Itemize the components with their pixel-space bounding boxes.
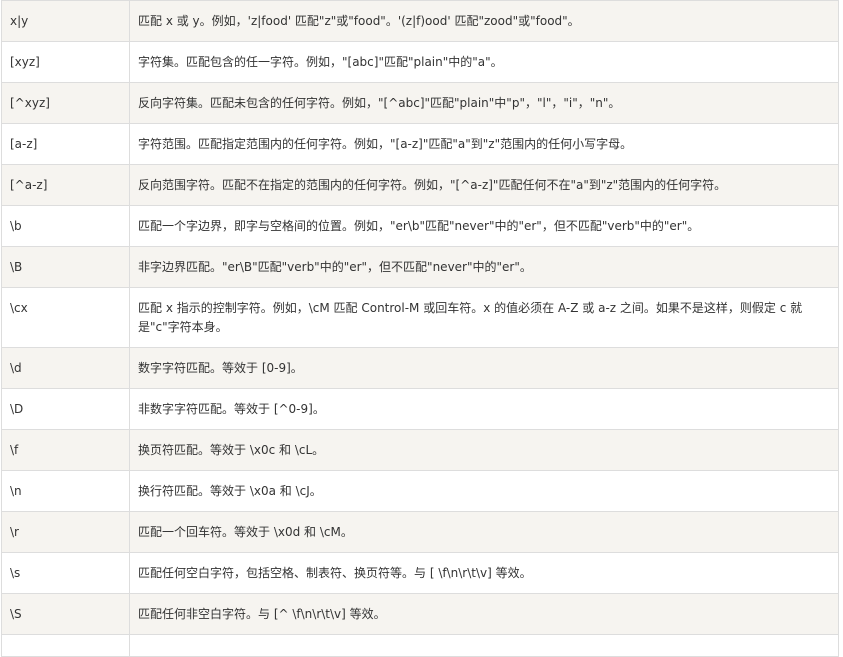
syntax-cell: \b [1,205,130,247]
description-cell: 数字字符匹配。等效于 [0-9]。 [129,347,839,389]
syntax-cell: \S [1,593,130,635]
table-row: \r 匹配一个回车符。等效于 \x0d 和 \cM。 [1,511,839,553]
table-row: \f 换页符匹配。等效于 \x0c 和 \cL。 [1,429,839,471]
syntax-cell: \f [1,429,130,471]
syntax-cell: [^xyz] [1,82,130,124]
description-cell: 字符范围。匹配指定范围内的任何字符。例如，"[a-z]"匹配"a"到"z"范围内… [129,123,839,165]
description-cell: 非数字字符匹配。等效于 [^0-9]。 [129,388,839,430]
table-body: x|y 匹配 x 或 y。例如，'z|food' 匹配"z"或"food"。'(… [1,0,839,657]
table-row: \n 换行符匹配。等效于 \x0a 和 \cJ。 [1,470,839,512]
table-row: \s 匹配任何空白字符，包括空格、制表符、换页符等。与 [ \f\n\r\t\v… [1,552,839,594]
syntax-cell: \s [1,552,130,594]
description-cell: 反向范围字符。匹配不在指定的范围内的任何字符。例如，"[^a-z]"匹配任何不在… [129,164,839,206]
description-cell: 匹配一个字边界，即字与空格间的位置。例如，"er\b"匹配"never"中的"e… [129,205,839,247]
syntax-cell: [^a-z] [1,164,130,206]
syntax-cell: \B [1,246,130,288]
table-row: \S 匹配任何非空白字符。与 [^ \f\n\r\t\v] 等效。 [1,593,839,635]
syntax-cell: [xyz] [1,41,130,83]
syntax-cell: \d [1,347,130,389]
table-row: [a-z] 字符范围。匹配指定范围内的任何字符。例如，"[a-z]"匹配"a"到… [1,123,839,165]
regex-reference-table: x|y 匹配 x 或 y。例如，'z|food' 匹配"z"或"food"。'(… [1,0,839,657]
description-cell: 换页符匹配。等效于 \x0c 和 \cL。 [129,429,839,471]
syntax-cell: x|y [1,0,130,42]
description-cell: 匹配 x 指示的控制字符。例如，\cM 匹配 Control-M 或回车符。x … [129,287,839,348]
table-row: \cx 匹配 x 指示的控制字符。例如，\cM 匹配 Control-M 或回车… [1,287,839,348]
table-row: x|y 匹配 x 或 y。例如，'z|food' 匹配"z"或"food"。'(… [1,0,839,42]
description-cell: 非字边界匹配。"er\B"匹配"verb"中的"er"，但不匹配"never"中… [129,246,839,288]
table-row: \d 数字字符匹配。等效于 [0-9]。 [1,347,839,389]
syntax-cell: [a-z] [1,123,130,165]
syntax-cell: \D [1,388,130,430]
syntax-cell: \r [1,511,130,553]
description-cell: 匹配 x 或 y。例如，'z|food' 匹配"z"或"food"。'(z|f)… [129,0,839,42]
table-row: \B 非字边界匹配。"er\B"匹配"verb"中的"er"，但不匹配"neve… [1,246,839,288]
description-cell: 字符集。匹配包含的任一字符。例如，"[abc]"匹配"plain"中的"a"。 [129,41,839,83]
table-row: \b 匹配一个字边界，即字与空格间的位置。例如，"er\b"匹配"never"中… [1,205,839,247]
table-row: [^a-z] 反向范围字符。匹配不在指定的范围内的任何字符。例如，"[^a-z]… [1,164,839,206]
table-row: [^xyz] 反向字符集。匹配未包含的任何字符。例如，"[^abc]"匹配"pl… [1,82,839,124]
description-cell: 匹配一个回车符。等效于 \x0d 和 \cM。 [129,511,839,553]
description-cell: 反向字符集。匹配未包含的任何字符。例如，"[^abc]"匹配"plain"中"p… [129,82,839,124]
syntax-cell: \cx [1,287,130,348]
description-cell: 匹配任何非空白字符。与 [^ \f\n\r\t\v] 等效。 [129,593,839,635]
table-row: \D 非数字字符匹配。等效于 [^0-9]。 [1,388,839,430]
description-cell: 换行符匹配。等效于 \x0a 和 \cJ。 [129,470,839,512]
table-row: [xyz] 字符集。匹配包含的任一字符。例如，"[abc]"匹配"plain"中… [1,41,839,83]
description-cell: 匹配任何空白字符，包括空格、制表符、换页符等。与 [ \f\n\r\t\v] 等… [129,552,839,594]
syntax-cell: \n [1,470,130,512]
